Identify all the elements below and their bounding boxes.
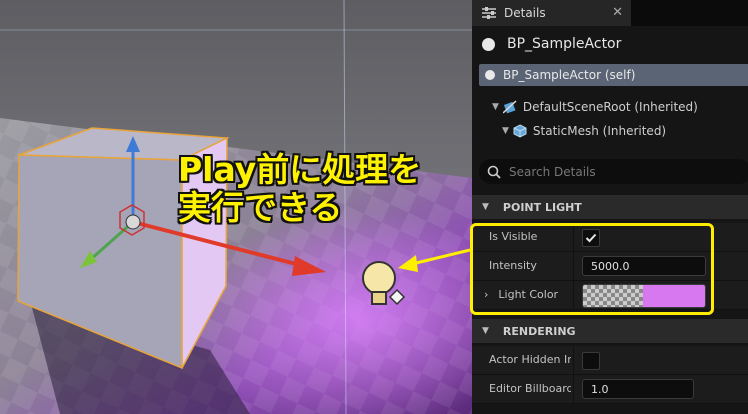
- search-icon: [487, 165, 501, 179]
- section-point-light[interactable]: ▼ POINT LIGHT: [472, 195, 748, 219]
- chevron-down-icon[interactable]: ▼: [492, 102, 499, 112]
- headline-line-2: 実行できる: [178, 188, 343, 227]
- scene-root-icon: [502, 100, 517, 114]
- actor-header: BP_SampleActor: [472, 30, 748, 58]
- search-input[interactable]: Search Details: [479, 159, 748, 184]
- static-mesh-icon: [513, 124, 527, 138]
- prop-editor-billboard: Editor Billboard 1.0: [472, 375, 748, 404]
- section-rendering-title: RENDERING: [502, 324, 576, 338]
- editor-billboard-field[interactable]: 1.0: [582, 379, 694, 399]
- actor-icon: [485, 70, 495, 80]
- section-rendering[interactable]: ▼ RENDERING: [472, 319, 748, 343]
- chevron-down-icon: ▼: [482, 202, 489, 212]
- column-divider[interactable]: [573, 375, 574, 403]
- highlight-annotation: [470, 223, 714, 315]
- prop-editor-billboard-label: Editor Billboard: [489, 382, 571, 395]
- headline-annotation: Play前に処理を 実行できる: [178, 151, 421, 227]
- prop-actor-hidden: Actor Hidden In: [472, 346, 748, 375]
- component-default-scene-root[interactable]: ▼ DefaultSceneRoot (Inherited): [492, 97, 698, 117]
- component-static-mesh-label: StaticMesh (Inherited): [532, 124, 667, 138]
- tab-details-label: Details: [504, 6, 546, 20]
- actor-hidden-checkbox[interactable]: [582, 352, 600, 370]
- chevron-down-icon: ▼: [482, 326, 489, 336]
- actor-icon: [482, 37, 495, 51]
- prop-actor-hidden-label: Actor Hidden In: [489, 353, 571, 366]
- tab-details[interactable]: Details ✕: [472, 0, 631, 26]
- sliders-icon: [482, 7, 496, 19]
- search-placeholder: Search Details: [509, 164, 596, 179]
- component-self[interactable]: BP_SampleActor (self): [479, 64, 748, 86]
- section-point-light-title: POINT LIGHT: [502, 200, 582, 214]
- bulb-glass: [362, 261, 396, 295]
- component-static-mesh[interactable]: ▼ StaticMesh (Inherited): [502, 121, 666, 141]
- component-default-scene-root-label: DefaultSceneRoot (Inherited): [522, 100, 698, 114]
- level-viewport[interactable]: Play前に処理を 実行できる: [0, 0, 472, 414]
- column-divider[interactable]: [573, 346, 574, 374]
- chevron-down-icon[interactable]: ▼: [502, 126, 509, 136]
- close-icon[interactable]: ✕: [612, 5, 623, 20]
- actor-title: BP_SampleActor: [507, 36, 622, 52]
- headline-line-1: Play前に処理を: [178, 150, 422, 189]
- component-self-label: BP_SampleActor (self): [503, 68, 636, 82]
- tab-bar: Details ✕: [472, 0, 748, 26]
- details-panel: Details ✕ BP_SampleActor BP_SampleActor …: [472, 0, 748, 414]
